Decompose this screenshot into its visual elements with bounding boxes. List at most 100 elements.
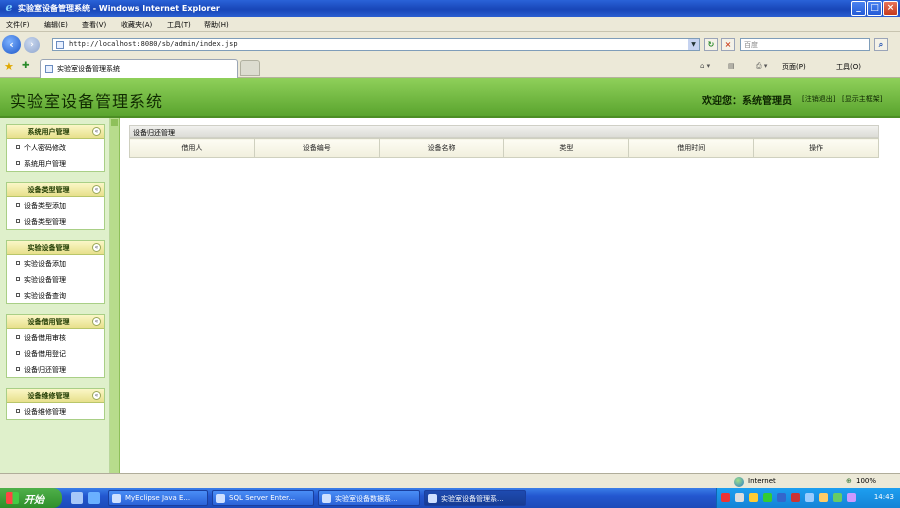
sidebar-item-label: 实验设备添加 [24,260,66,268]
task-icon [112,494,121,503]
sidebar-group-header[interactable]: 实验设备管理 « [7,241,104,255]
sidebar-item-borrow-review[interactable]: 设备借用审核 [7,329,104,345]
system-tray: 14:43 [716,488,900,508]
sidebar-item-add-device[interactable]: 实验设备添加 [7,255,104,271]
bullet-icon [16,261,20,265]
tray-icon[interactable] [777,493,786,502]
tray-icon[interactable] [847,493,856,502]
minimize-button[interactable]: _ [851,1,866,16]
sidebar-item-label: 设备维修管理 [24,408,66,416]
collapse-icon[interactable]: « [92,391,101,400]
favorites-star-icon[interactable]: ★ [4,60,14,73]
collapse-icon[interactable]: « [92,185,101,194]
sidebar-item-system-users[interactable]: 系统用户管理 [7,155,104,171]
show-desktop-icon[interactable] [71,492,83,504]
task-sql-server[interactable]: SQL Server Enter... [212,490,314,506]
tab-active[interactable]: 实验室设备管理系统 [40,59,238,78]
search-input[interactable]: 百度 [740,38,870,51]
address-bar[interactable]: http://localhost:8080/sb/admin/index.jsp… [52,38,700,51]
menu-edit[interactable]: 编辑(E) [44,20,68,30]
back-button[interactable]: ‹ [2,35,21,54]
tray-icon[interactable] [749,493,758,502]
menu-file[interactable]: 文件(F) [6,20,30,30]
maximize-button[interactable]: □ [867,1,882,16]
sidebar-group-title: 设备借用管理 [27,318,70,326]
print-icon[interactable]: ⎙ ▾ [756,62,767,71]
feeds-icon[interactable]: ▤ [728,62,735,70]
column-header: 借用时间 [628,138,755,158]
tools-menu-button[interactable]: 工具(O) [836,62,861,72]
task-label: 实验室设备管理系... [441,495,504,503]
sidebar-item-label: 个人密码修改 [24,144,66,152]
return-management-panel: 设备归还管理 借用人 设备编号 设备名称 类型 借用时间 操作 [129,125,879,158]
logout-link[interactable]: [注销退出] [802,94,835,104]
sidebar-item-query-device[interactable]: 实验设备查询 [7,287,104,303]
search-icon[interactable]: ⌕ [874,38,888,51]
collapse-icon[interactable]: « [92,317,101,326]
new-tab-button[interactable] [240,60,260,76]
tray-icon[interactable] [805,493,814,502]
sidebar-item-manage-device[interactable]: 实验设备管理 [7,271,104,287]
menu-view[interactable]: 查看(V) [82,20,106,30]
ie-quicklaunch-icon[interactable] [88,492,100,504]
address-dropdown-icon[interactable]: ▼ [688,39,699,50]
page-menu-button[interactable]: 页面(P) [782,62,806,72]
show-main-frame-link[interactable]: [显示主框架] [842,94,882,104]
menu-help[interactable]: 帮助(H) [204,20,229,30]
home-icon[interactable]: ⌂ ▾ [700,62,710,70]
clock: 14:43 [873,493,894,501]
sidebar-group-header[interactable]: 系统用户管理 « [7,125,104,139]
stop-button[interactable]: × [721,38,735,51]
search-placeholder: 百度 [744,41,758,49]
tray-icon[interactable] [791,493,800,502]
collapse-icon[interactable]: « [92,127,101,136]
sidebar-item-change-password[interactable]: 个人密码修改 [7,139,104,155]
task-lab-data[interactable]: 实验室设备数据系... [318,490,420,506]
start-button[interactable]: 开始 [0,488,62,508]
collapse-icon[interactable]: « [92,243,101,252]
windows-logo-icon [6,492,19,504]
system-title: 实验室设备管理系统 [10,92,164,111]
welcome-text: 欢迎您：系统管理员 [702,96,792,107]
tray-icon[interactable] [833,493,842,502]
page-icon [56,41,64,49]
input-method-icon[interactable] [721,493,730,502]
sidebar-splitter[interactable] [110,118,120,473]
sidebar-item-return-manage[interactable]: 设备归还管理 [7,361,104,377]
sidebar-item-repair-manage[interactable]: 设备维修管理 [7,403,104,419]
sidebar-group-title: 实验设备管理 [27,244,70,252]
task-lab-manage[interactable]: 实验室设备管理系... [424,490,526,506]
column-header: 设备编号 [253,138,380,158]
sidebar-group-header[interactable]: 设备借用管理 « [7,315,104,329]
add-favorite-icon[interactable]: ✚ [22,61,30,71]
sidebar-group-header[interactable]: 设备维修管理 « [7,389,104,403]
sidebar-item-label: 实验设备管理 [24,276,66,284]
menu-favorites[interactable]: 收藏夹(A) [121,20,152,30]
forward-button[interactable]: › [24,37,40,53]
tray-icon[interactable] [763,493,772,502]
sidebar-group-header[interactable]: 设备类型管理 « [7,183,104,197]
sidebar-group-user: 系统用户管理 « 个人密码修改 系统用户管理 [6,124,105,172]
window-title: 实验室设备管理系统 - Windows Internet Explorer [18,4,220,13]
task-icon [216,494,225,503]
task-myeclipse[interactable]: MyEclipse Java E... [108,490,208,506]
bullet-icon [16,409,20,413]
zoom-icon[interactable]: ⊕ [846,477,852,485]
tray-icon[interactable] [819,493,828,502]
sidebar-group-borrow: 设备借用管理 « 设备借用审核 设备借用登记 设备归还管理 [6,314,105,378]
zoom-level[interactable]: 100% [856,477,876,485]
sidebar-group-device-type: 设备类型管理 « 设备类型添加 设备类型管理 [6,182,105,230]
collapse-sidebar-icon[interactable] [111,119,118,126]
refresh-button[interactable]: ↻ [704,38,718,51]
bullet-icon [16,277,20,281]
tray-icon[interactable] [735,493,744,502]
sidebar-item-manage-type[interactable]: 设备类型管理 [7,213,104,229]
sidebar-item-borrow-register[interactable]: 设备借用登记 [7,345,104,361]
sidebar-item-add-type[interactable]: 设备类型添加 [7,197,104,213]
column-header: 类型 [503,138,630,158]
close-button[interactable]: × [883,1,898,16]
bullet-icon [16,203,20,207]
menu-tools[interactable]: 工具(T) [167,20,191,30]
sidebar-group-title: 设备类型管理 [27,186,70,194]
panel-title-bar: 设备归还管理 [129,125,879,138]
